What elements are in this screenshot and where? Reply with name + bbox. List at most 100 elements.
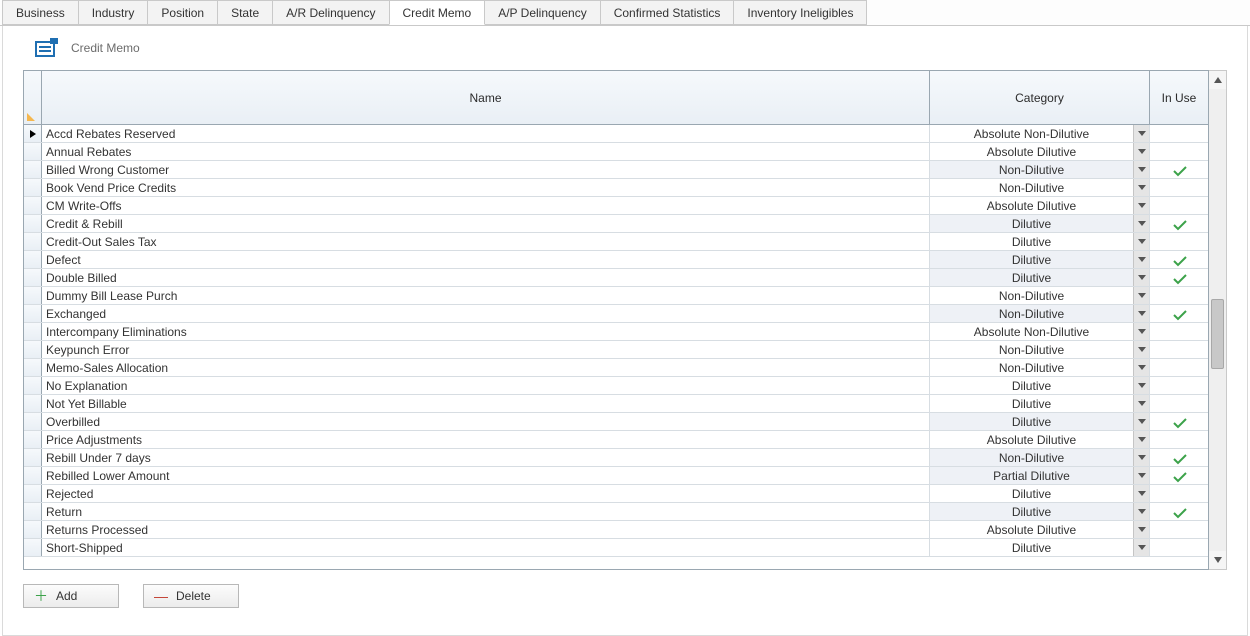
cell-category[interactable]: Absolute Dilutive — [930, 431, 1150, 448]
cell-category[interactable]: Dilutive — [930, 233, 1150, 250]
table-row[interactable]: Price AdjustmentsAbsolute Dilutive — [24, 431, 1208, 449]
chevron-down-icon[interactable] — [1133, 269, 1149, 286]
cell-category[interactable]: Dilutive — [930, 377, 1150, 394]
row-selector[interactable] — [24, 269, 42, 286]
row-selector[interactable] — [24, 143, 42, 160]
cell-category[interactable]: Absolute Dilutive — [930, 521, 1150, 538]
row-selector[interactable] — [24, 287, 42, 304]
row-selector[interactable] — [24, 431, 42, 448]
cell-name[interactable]: Returns Processed — [42, 521, 930, 538]
chevron-down-icon[interactable] — [1133, 161, 1149, 178]
cell-category[interactable]: Dilutive — [930, 539, 1150, 556]
cell-name[interactable]: Dummy Bill Lease Purch — [42, 287, 930, 304]
table-row[interactable]: ReturnDilutive — [24, 503, 1208, 521]
cell-category[interactable]: Absolute Non-Dilutive — [930, 323, 1150, 340]
tab-credit-memo[interactable]: Credit Memo — [389, 0, 486, 25]
chevron-down-icon[interactable] — [1133, 539, 1149, 556]
cell-name[interactable]: Credit & Rebill — [42, 215, 930, 232]
chevron-down-icon[interactable] — [1133, 305, 1149, 322]
chevron-down-icon[interactable] — [1133, 521, 1149, 538]
cell-name[interactable]: Not Yet Billable — [42, 395, 930, 412]
chevron-down-icon[interactable] — [1133, 503, 1149, 520]
row-selector[interactable] — [24, 539, 42, 556]
chevron-down-icon[interactable] — [1133, 413, 1149, 430]
cell-name[interactable]: Accd Rebates Reserved — [42, 125, 930, 142]
chevron-down-icon[interactable] — [1133, 143, 1149, 160]
table-row[interactable]: Not Yet BillableDilutive — [24, 395, 1208, 413]
row-selector[interactable] — [24, 305, 42, 322]
table-row[interactable]: Memo-Sales AllocationNon-Dilutive — [24, 359, 1208, 377]
table-row[interactable]: Intercompany EliminationsAbsolute Non-Di… — [24, 323, 1208, 341]
row-selector[interactable] — [24, 467, 42, 484]
cell-category[interactable]: Non-Dilutive — [930, 287, 1150, 304]
tab-a-p-delinquency[interactable]: A/P Delinquency — [484, 0, 601, 25]
vertical-scrollbar[interactable] — [1209, 70, 1227, 570]
cell-category[interactable]: Non-Dilutive — [930, 161, 1150, 178]
cell-name[interactable]: No Explanation — [42, 377, 930, 394]
table-row[interactable]: Rebill Under 7 daysNon-Dilutive — [24, 449, 1208, 467]
cell-name[interactable]: Double Billed — [42, 269, 930, 286]
cell-category[interactable]: Partial Dilutive — [930, 467, 1150, 484]
tab-business[interactable]: Business — [2, 0, 79, 25]
cell-name[interactable]: Billed Wrong Customer — [42, 161, 930, 178]
cell-category[interactable]: Dilutive — [930, 395, 1150, 412]
cell-name[interactable]: Price Adjustments — [42, 431, 930, 448]
row-selector[interactable] — [24, 179, 42, 196]
row-selector[interactable] — [24, 449, 42, 466]
row-selector[interactable] — [24, 233, 42, 250]
cell-name[interactable]: Return — [42, 503, 930, 520]
table-row[interactable]: Double BilledDilutive — [24, 269, 1208, 287]
cell-name[interactable]: Rejected — [42, 485, 930, 502]
cell-name[interactable]: Credit-Out Sales Tax — [42, 233, 930, 250]
chevron-down-icon[interactable] — [1133, 467, 1149, 484]
cell-name[interactable]: Intercompany Eliminations — [42, 323, 930, 340]
cell-name[interactable]: Overbilled — [42, 413, 930, 430]
row-selector[interactable] — [24, 485, 42, 502]
scroll-thumb[interactable] — [1211, 299, 1224, 369]
cell-name[interactable]: Exchanged — [42, 305, 930, 322]
chevron-down-icon[interactable] — [1133, 395, 1149, 412]
column-header-category[interactable]: Category — [930, 71, 1150, 124]
chevron-down-icon[interactable] — [1133, 179, 1149, 196]
chevron-down-icon[interactable] — [1133, 287, 1149, 304]
row-selector[interactable] — [24, 341, 42, 358]
cell-category[interactable]: Non-Dilutive — [930, 305, 1150, 322]
tab-a-r-delinquency[interactable]: A/R Delinquency — [272, 0, 389, 25]
row-selector[interactable] — [24, 395, 42, 412]
table-row[interactable]: Keypunch ErrorNon-Dilutive — [24, 341, 1208, 359]
add-button[interactable]: ＋ Add — [23, 584, 119, 608]
scroll-track[interactable] — [1209, 89, 1226, 551]
chevron-down-icon[interactable] — [1133, 215, 1149, 232]
table-row[interactable]: Dummy Bill Lease PurchNon-Dilutive — [24, 287, 1208, 305]
table-row[interactable]: Book Vend Price CreditsNon-Dilutive — [24, 179, 1208, 197]
row-selector[interactable] — [24, 215, 42, 232]
chevron-down-icon[interactable] — [1133, 341, 1149, 358]
cell-category[interactable]: Dilutive — [930, 269, 1150, 286]
table-row[interactable]: Rebilled Lower AmountPartial Dilutive — [24, 467, 1208, 485]
cell-name[interactable]: Defect — [42, 251, 930, 268]
cell-category[interactable]: Absolute Non-Dilutive — [930, 125, 1150, 142]
chevron-down-icon[interactable] — [1133, 377, 1149, 394]
cell-category[interactable]: Absolute Dilutive — [930, 197, 1150, 214]
chevron-down-icon[interactable] — [1133, 251, 1149, 268]
table-row[interactable]: Billed Wrong CustomerNon-Dilutive — [24, 161, 1208, 179]
chevron-down-icon[interactable] — [1133, 323, 1149, 340]
row-selector[interactable] — [24, 359, 42, 376]
tab-industry[interactable]: Industry — [78, 0, 149, 25]
tab-position[interactable]: Position — [147, 0, 218, 25]
tab-confirmed-statistics[interactable]: Confirmed Statistics — [600, 0, 735, 25]
row-selector[interactable] — [24, 251, 42, 268]
table-row[interactable]: Annual RebatesAbsolute Dilutive — [24, 143, 1208, 161]
column-header-inuse[interactable]: In Use — [1150, 71, 1208, 124]
cell-category[interactable]: Non-Dilutive — [930, 341, 1150, 358]
table-row[interactable]: CM Write-OffsAbsolute Dilutive — [24, 197, 1208, 215]
row-selector[interactable] — [24, 323, 42, 340]
chevron-down-icon[interactable] — [1133, 431, 1149, 448]
chevron-down-icon[interactable] — [1133, 197, 1149, 214]
table-row[interactable]: DefectDilutive — [24, 251, 1208, 269]
cell-category[interactable]: Non-Dilutive — [930, 179, 1150, 196]
tab-state[interactable]: State — [217, 0, 273, 25]
row-selector[interactable] — [24, 521, 42, 538]
row-selector[interactable] — [24, 161, 42, 178]
cell-name[interactable]: Memo-Sales Allocation — [42, 359, 930, 376]
